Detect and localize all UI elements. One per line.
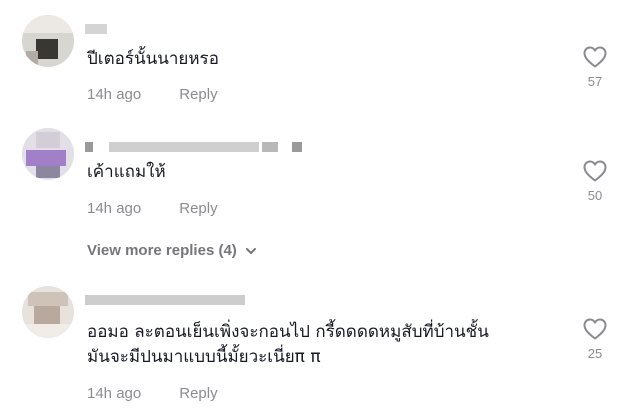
like-button[interactable]: 25 (575, 318, 615, 361)
like-count: 57 (587, 74, 603, 89)
username-blurred[interactable] (85, 140, 302, 154)
avatar[interactable] (22, 128, 74, 180)
like-button[interactable]: 57 (575, 46, 615, 89)
chevron-down-icon (245, 247, 256, 254)
timestamp: 14h ago (87, 200, 142, 217)
reply-button[interactable]: Reply (179, 385, 217, 402)
timestamp: 14h ago (87, 86, 142, 103)
comment-text: ปีเตอร์นั้นนายหรอ (87, 49, 219, 69)
like-count: 50 (587, 188, 603, 203)
comment-meta: 14h ago Reply (87, 86, 218, 103)
username-blurred[interactable] (85, 22, 107, 36)
avatar[interactable] (22, 286, 74, 338)
like-count: 25 (587, 346, 603, 361)
comment-1: ปีเตอร์นั้นนายหรอ 14h ago Reply 57 (0, 0, 635, 120)
reply-button[interactable]: Reply (179, 86, 217, 103)
comment-2: เค้าแถมให้ 14h ago Reply 50 (0, 120, 635, 230)
heart-outline-icon (583, 160, 607, 182)
reply-button[interactable]: Reply (179, 200, 217, 217)
view-more-label: View more replies (4) (87, 242, 237, 259)
heart-outline-icon (583, 46, 607, 68)
avatar[interactable] (22, 15, 74, 67)
comment-3: ออมอ ละตอนเย็นเพิ่งจะกอนไป กรี้ดดดดหมูสั… (0, 280, 635, 413)
username-blurred[interactable] (85, 293, 245, 307)
view-more-replies-button[interactable]: View more replies (4) (87, 242, 257, 259)
timestamp: 14h ago (87, 385, 142, 402)
comment-meta: 14h ago Reply (87, 385, 218, 402)
comment-meta: 14h ago Reply (87, 200, 218, 217)
like-button[interactable]: 50 (575, 160, 615, 203)
heart-outline-icon (583, 318, 607, 340)
comment-text: เค้าแถมให้ (87, 162, 166, 182)
comment-text: ออมอ ละตอนเย็นเพิ่งจะกอนไป กรี้ดดดดหมูสั… (87, 322, 489, 367)
